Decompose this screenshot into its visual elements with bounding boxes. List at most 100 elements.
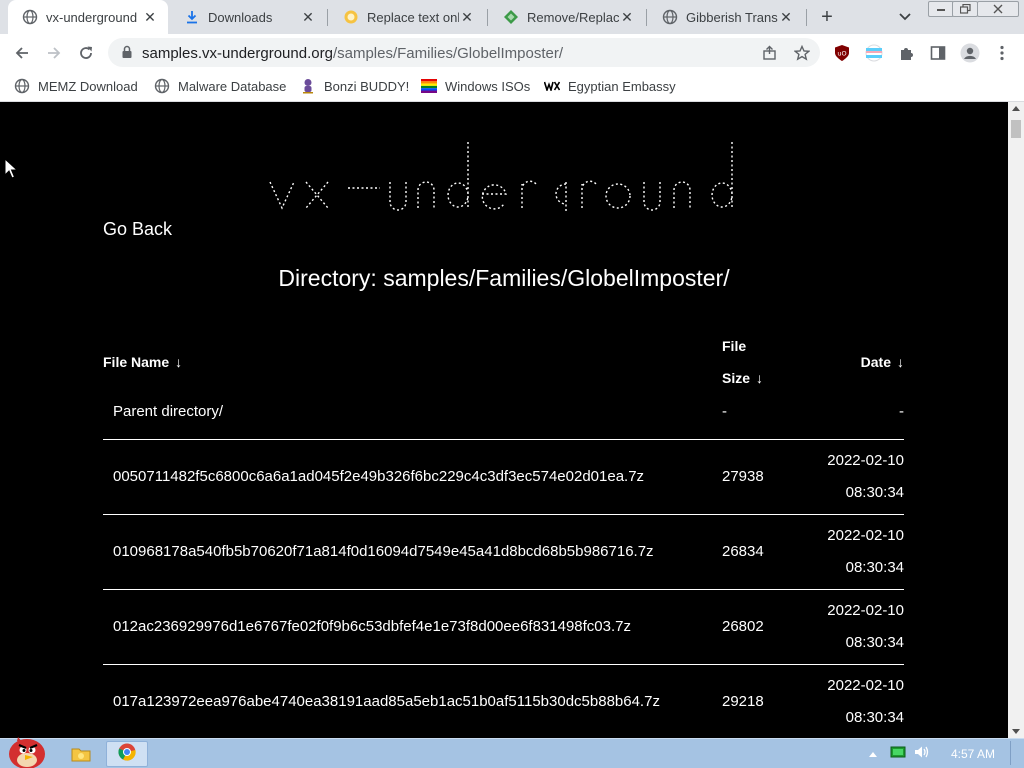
- bonzi-icon: [300, 78, 316, 94]
- chrome-taskbar-button[interactable]: [106, 741, 148, 767]
- chevron-down-icon[interactable]: [893, 5, 917, 29]
- windows-flag-icon: [421, 78, 437, 94]
- directory-title: Directory: samples/Families/GlobelImpost…: [278, 265, 730, 291]
- table-row: 010968178a540fb5b70620f71a814f0d16094d75…: [103, 514, 904, 590]
- header-label: File Name: [103, 354, 170, 370]
- replace-icon: [343, 9, 359, 25]
- file-listing-table: File Name ↓ File Size ↓ Date ↓ Parent direct…: [103, 330, 904, 738]
- address-bar[interactable]: samples.vx-underground.org/samples/Famil…: [108, 38, 820, 67]
- file-size-cell: -: [722, 394, 804, 440]
- tab-downloads[interactable]: Downloads ✕: [170, 0, 326, 34]
- page-scrollbar[interactable]: [1008, 102, 1024, 738]
- tab-vx-underground[interactable]: vx-underground ✕: [8, 0, 168, 34]
- forward-button[interactable]: [40, 39, 68, 67]
- extensions-icon[interactable]: [895, 42, 917, 64]
- bookmark-memz-download[interactable]: MEMZ Download: [14, 77, 138, 95]
- date-text: 2022-02-10: [827, 676, 904, 694]
- bookmark-bonzi-buddy[interactable]: Bonzi BUDDY!: [300, 77, 409, 95]
- file-link[interactable]: 017a123972eea976abe4740ea38191aad85a5eb1…: [103, 664, 722, 738]
- time-text: 08:30:34: [845, 633, 904, 651]
- column-header-file-size[interactable]: File Size ↓: [722, 330, 804, 394]
- share-icon[interactable]: [760, 43, 780, 63]
- tab-title: vx-underground: [46, 9, 138, 25]
- bookmark-malware-database[interactable]: Malware Database: [154, 77, 286, 95]
- file-date-cell: -: [804, 394, 904, 440]
- tab-remove-replace[interactable]: Remove/Replace ✕: [489, 0, 645, 34]
- vx-underground-logo: [260, 128, 750, 224]
- scroll-up-icon[interactable]: [1012, 106, 1020, 111]
- globe-icon: [14, 78, 30, 94]
- minimize-button[interactable]: [928, 1, 954, 17]
- time-text: 08:30:34: [845, 558, 904, 576]
- file-link[interactable]: 010968178a540fb5b70620f71a814f0d16094d75…: [103, 514, 722, 590]
- bookmark-label: Bonzi BUDDY!: [324, 78, 410, 94]
- file-size-cell: 26802: [722, 589, 804, 665]
- close-icon[interactable]: ✕: [300, 9, 316, 25]
- date-text: 2022-02-10: [827, 601, 904, 619]
- tab-title: Downloads: [208, 9, 273, 25]
- scroll-down-icon[interactable]: [1012, 729, 1020, 734]
- bookmark-egyptian-embassy[interactable]: Egyptian Embassy: [544, 77, 676, 95]
- show-desktop-button[interactable]: [1010, 741, 1020, 765]
- parent-directory-link[interactable]: Parent directory/: [103, 394, 722, 440]
- url-host: samples.vx-underground.org: [142, 45, 333, 62]
- header-label: File: [722, 338, 747, 354]
- tab-separator: [487, 9, 488, 26]
- globe-icon: [662, 9, 678, 25]
- restore-button[interactable]: [952, 1, 978, 17]
- chrome-icon: [118, 743, 136, 766]
- sort-arrow-icon: ↓: [175, 354, 183, 370]
- date-text: 2022-02-10: [827, 526, 904, 544]
- side-panel-icon[interactable]: [927, 42, 949, 64]
- column-header-date[interactable]: Date ↓: [804, 330, 904, 394]
- ublock-icon[interactable]: uO: [831, 42, 853, 64]
- taskbar-clock[interactable]: 4:57 AM: [951, 747, 995, 761]
- file-link[interactable]: 012ac236929976d1e6767fe02f0f9b6c53dbfef4…: [103, 589, 722, 665]
- close-icon[interactable]: ✕: [778, 9, 794, 25]
- scroll-thumb[interactable]: [1011, 120, 1021, 138]
- close-icon[interactable]: ✕: [459, 9, 475, 25]
- bookmark-label: Egyptian Embassy: [568, 78, 676, 94]
- url-text[interactable]: samples.vx-underground.org/samples/Famil…: [142, 45, 563, 62]
- file-link[interactable]: 0050711482f5c6800c6a6a1ad045f2e49b326f6b…: [103, 439, 722, 515]
- globe-icon: [22, 9, 38, 25]
- bookmarks-bar: MEMZ Download Malware Database Bonzi BUD…: [0, 71, 1024, 102]
- browser-toolbar: samples.vx-underground.org/samples/Famil…: [0, 34, 1024, 71]
- go-back-link[interactable]: Go Back: [103, 219, 172, 240]
- sort-arrow-icon: ↓: [756, 370, 764, 386]
- show-hidden-icons-icon[interactable]: [868, 745, 878, 763]
- url-path: /samples/Families/GlobelImposter/: [332, 45, 564, 62]
- star-icon[interactable]: [792, 43, 812, 63]
- new-tab-button[interactable]: +: [815, 5, 839, 29]
- close-icon[interactable]: ✕: [619, 9, 635, 25]
- taskbar: 4:57 AM: [0, 737, 1024, 768]
- header-label: Date: [860, 354, 891, 370]
- page-content: Go Back Directory: samples/Families/Glob…: [0, 102, 1008, 738]
- table-row: 017a123972eea976abe4740ea38191aad85a5eb1…: [103, 664, 904, 738]
- file-date-cell: 2022-02-10 08:30:34: [804, 514, 904, 590]
- start-button[interactable]: [2, 733, 50, 768]
- tab-separator: [806, 9, 807, 26]
- tab-title: Replace text onl: [367, 9, 459, 25]
- close-icon[interactable]: ✕: [142, 9, 158, 25]
- flag-extension-icon[interactable]: [863, 42, 885, 64]
- network-icon[interactable]: [890, 745, 906, 764]
- menu-icon[interactable]: [991, 42, 1013, 64]
- bookmark-label: MEMZ Download: [38, 78, 138, 94]
- bookmark-label: Malware Database: [178, 78, 287, 94]
- reload-button[interactable]: [72, 39, 100, 67]
- tab-replace-text[interactable]: Replace text onl ✕: [329, 0, 485, 34]
- profile-icon[interactable]: [959, 42, 981, 64]
- back-button[interactable]: [8, 39, 36, 67]
- column-header-file-name[interactable]: File Name ↓: [103, 330, 722, 394]
- bookmark-windows-isos[interactable]: Windows ISOs: [421, 77, 530, 95]
- header-label: Size: [722, 370, 751, 386]
- close-window-button[interactable]: [977, 1, 1019, 17]
- file-explorer-icon[interactable]: [68, 741, 94, 767]
- tab-gibberish-translator[interactable]: Gibberish Transl ✕: [648, 0, 804, 34]
- diamond-icon: [503, 9, 519, 25]
- file-date-cell: 2022-02-10 08:30:34: [804, 664, 904, 738]
- lock-icon[interactable]: [120, 45, 134, 59]
- volume-icon[interactable]: [914, 745, 930, 764]
- download-icon: [184, 9, 200, 25]
